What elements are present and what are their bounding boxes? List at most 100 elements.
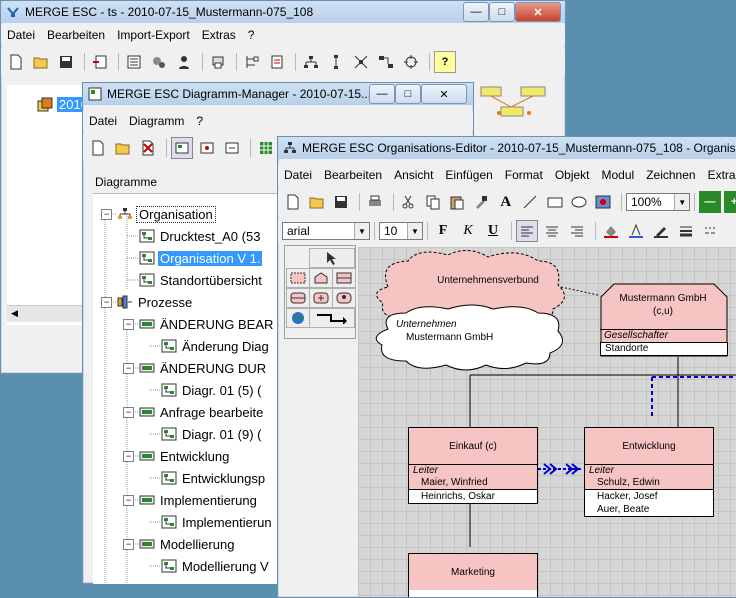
- save-icon[interactable]: [55, 51, 77, 73]
- vertical-connector-icon[interactable]: [325, 51, 347, 73]
- oe-zoom-in-icon[interactable]: +: [723, 191, 736, 213]
- oe-menu-objekt[interactable]: Objekt: [549, 168, 596, 182]
- network-icon[interactable]: [350, 51, 372, 73]
- main-menu-bearbeiten[interactable]: Bearbeiten: [41, 28, 111, 42]
- main-close-button[interactable]: ✕: [515, 2, 561, 22]
- oe-menu-bearbeiten[interactable]: Bearbeiten: [318, 168, 388, 182]
- report-icon[interactable]: [266, 51, 288, 73]
- marketing-box[interactable]: Marketing: [408, 553, 538, 597]
- oe-line-style-icon[interactable]: [700, 220, 722, 242]
- tree-item-org[interactable]: Organisation: [117, 204, 216, 224]
- palette-pointer-icon[interactable]: [309, 248, 355, 268]
- tree-item-diagram[interactable]: Modellierung V: [161, 556, 271, 576]
- tree-item-process[interactable]: Prozesse: [117, 292, 194, 312]
- dm-maximize-button[interactable]: □: [395, 84, 421, 104]
- oe-font-size-select[interactable]: 10 ▼: [379, 222, 423, 240]
- company-box[interactable]: Mustermann GmbH (c,u) Gesellschafter Sta…: [600, 283, 728, 356]
- tree-item-folder[interactable]: Modellierung: [139, 534, 236, 554]
- oe-bold-icon[interactable]: F: [432, 220, 454, 242]
- user-icon[interactable]: [173, 51, 195, 73]
- main-minimize-button[interactable]: —: [463, 2, 489, 22]
- palette-box-icon[interactable]: [332, 268, 356, 288]
- palette-role-icon[interactable]: [332, 288, 356, 308]
- dm-new-icon[interactable]: [87, 137, 109, 159]
- oe-diagram-canvas[interactable]: Unternehmensverbund Unternehmen Musterma…: [358, 247, 736, 597]
- tree-item-folder[interactable]: ÄNDERUNG BEAR: [139, 314, 275, 334]
- dm-open-icon[interactable]: [112, 137, 134, 159]
- tree-item-folder[interactable]: Entwicklung: [139, 446, 231, 466]
- oe-underline-icon[interactable]: U: [482, 220, 504, 242]
- oe-print-icon[interactable]: [364, 191, 385, 213]
- oe-menu-zeichnen[interactable]: Zeichnen: [640, 168, 701, 182]
- main-menu-datei[interactable]: Datei: [1, 28, 41, 42]
- tree-item-diagram[interactable]: Drucktest_A0 (53: [139, 226, 262, 246]
- palette-person-icon[interactable]: [309, 288, 333, 308]
- chevron-down-icon[interactable]: ▼: [674, 194, 690, 210]
- print-preview-icon[interactable]: [207, 51, 229, 73]
- oe-fill-color-icon[interactable]: [600, 220, 622, 242]
- settings-gears-icon[interactable]: [148, 51, 170, 73]
- palette-cloud-icon[interactable]: [286, 268, 310, 288]
- oe-align-center-icon[interactable]: [541, 220, 563, 242]
- help-icon[interactable]: ?: [434, 51, 456, 73]
- hierarchy-icon[interactable]: [375, 51, 397, 73]
- tree-item-diagram[interactable]: Änderung Diag: [161, 336, 271, 356]
- dm-diagram-export-icon[interactable]: [221, 137, 243, 159]
- oe-format-painter-icon[interactable]: [471, 191, 492, 213]
- tree-item-diagram[interactable]: Diagr. 01 (5) (: [161, 380, 263, 400]
- entwicklung-box[interactable]: Entwicklung Leiter Schulz, Edwin Hacker,…: [584, 427, 714, 517]
- main-maximize-button[interactable]: □: [489, 2, 515, 22]
- tree-expander-icon[interactable]: −: [123, 407, 134, 418]
- tree-expander-icon[interactable]: −: [123, 319, 134, 330]
- oe-menu-modul[interactable]: Modul: [596, 168, 641, 182]
- dm-menu-datei[interactable]: Datei: [83, 114, 123, 128]
- tree-item-diagram[interactable]: Entwicklungsp: [161, 468, 267, 488]
- list-icon[interactable]: [123, 51, 145, 73]
- tree-item-folder[interactable]: Anfrage bearbeite: [139, 402, 265, 422]
- tree-item-diagram[interactable]: Organisation V 1.: [139, 248, 263, 268]
- process-cycle-icon[interactable]: [400, 51, 422, 73]
- new-file-icon[interactable]: [5, 51, 27, 73]
- oe-italic-icon[interactable]: K: [457, 220, 479, 242]
- oe-copy-icon[interactable]: [422, 191, 443, 213]
- oe-text-color-icon[interactable]: [625, 220, 647, 242]
- oe-cut-icon[interactable]: [398, 191, 419, 213]
- tree-structure-icon[interactable]: [241, 51, 263, 73]
- oe-menu-datei[interactable]: Datei: [278, 168, 318, 182]
- oe-text-tool-icon[interactable]: A: [495, 191, 516, 213]
- oe-zoom-out-icon[interactable]: —: [699, 191, 721, 213]
- oe-titlebar[interactable]: MERGE ESC Organisations-Editor - 2010-07…: [278, 137, 736, 159]
- oe-menu-ansicht[interactable]: Ansicht: [388, 168, 439, 182]
- dm-diagram-alt-icon[interactable]: [196, 137, 218, 159]
- oe-new-icon[interactable]: [282, 191, 303, 213]
- oe-menu-einfuegen[interactable]: Einfügen: [439, 168, 498, 182]
- palette-connector-icon[interactable]: [309, 308, 355, 328]
- chevron-down-icon[interactable]: ▼: [407, 223, 422, 239]
- tree-expander-icon[interactable]: −: [101, 209, 112, 220]
- dm-diagram-icon[interactable]: [171, 137, 193, 159]
- tree-item-diagram[interactable]: Implementierun: [161, 512, 274, 532]
- dm-delete-icon[interactable]: [137, 137, 159, 159]
- dm-minimize-button[interactable]: —: [369, 84, 395, 104]
- dm-close-button[interactable]: ✕: [421, 84, 467, 104]
- tree-item-folder[interactable]: Implementierung: [139, 490, 259, 510]
- oe-save-icon[interactable]: [331, 191, 352, 213]
- oe-align-left-icon[interactable]: [516, 220, 538, 242]
- tree-item-diagram[interactable]: Diagr. 01 (9) (: [161, 424, 263, 444]
- oe-ellipse-tool-icon[interactable]: [568, 191, 589, 213]
- tree-expander-icon[interactable]: −: [123, 363, 134, 374]
- chevron-down-icon[interactable]: ▼: [354, 223, 369, 239]
- oe-paste-icon[interactable]: [446, 191, 467, 213]
- dm-grid-icon[interactable]: [255, 137, 277, 159]
- einkauf-box[interactable]: Einkauf (c) Leiter Maier, Winfried Heinr…: [408, 427, 538, 504]
- oe-line-tool-icon[interactable]: [519, 191, 540, 213]
- oe-font-select[interactable]: arial ▼: [282, 222, 370, 240]
- open-folder-icon[interactable]: [30, 51, 52, 73]
- oe-align-right-icon[interactable]: [566, 220, 588, 242]
- tree-item-folder[interactable]: ÄNDERUNG DUR: [139, 358, 268, 378]
- main-menu-import-export[interactable]: Import-Export: [111, 28, 196, 42]
- tree-item-diagram[interactable]: Standortübersicht: [139, 270, 264, 290]
- oe-image-tool-icon[interactable]: [593, 191, 614, 213]
- dm-menu-diagramm[interactable]: Diagramm: [123, 114, 190, 128]
- tree-expander-icon[interactable]: −: [123, 451, 134, 462]
